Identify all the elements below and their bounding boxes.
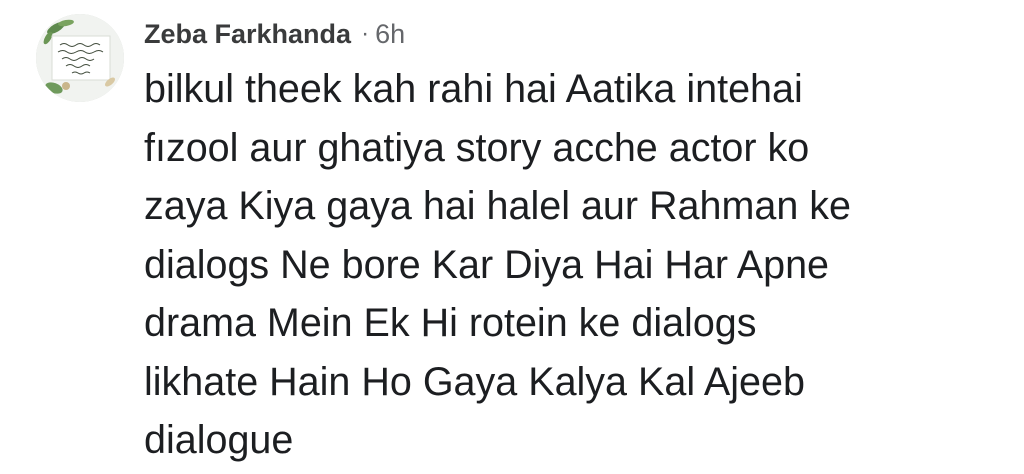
comment-text-line: zaya Kiya gaya hai halel aur Rahman ke — [144, 184, 852, 228]
meta-separator: · — [361, 20, 370, 47]
comment-text-line: likhate Hain Ho Gaya Kalya Kal Ajeeb — [144, 359, 805, 404]
timestamp[interactable]: 6h — [375, 19, 405, 50]
comment-text: bilkul theek kah rahi hai Aatika intehai… — [144, 60, 994, 470]
comment-text-line: dialogue — [144, 418, 294, 462]
avatar[interactable] — [36, 14, 124, 102]
comment: Zeba Farkhanda · 6h bilkul theek kah rah… — [0, 0, 1024, 474]
author-name[interactable]: Zeba Farkhanda — [144, 19, 351, 50]
comment-text-line: dialogs Ne bore Kar Diya Hai Har Apne — [144, 242, 830, 287]
profile-picture-calligraphy-icon — [36, 14, 124, 102]
comment-text-line: bilkul theek kah rahi hai Aatika intehai — [144, 67, 803, 111]
comment-header: Zeba Farkhanda · 6h — [144, 14, 405, 54]
comment-text-line: drama Mein Ek Hi rotein ke dialogs — [144, 301, 757, 345]
comment-text-line: fızool aur ghatiya story acche actor ko — [144, 125, 810, 170]
